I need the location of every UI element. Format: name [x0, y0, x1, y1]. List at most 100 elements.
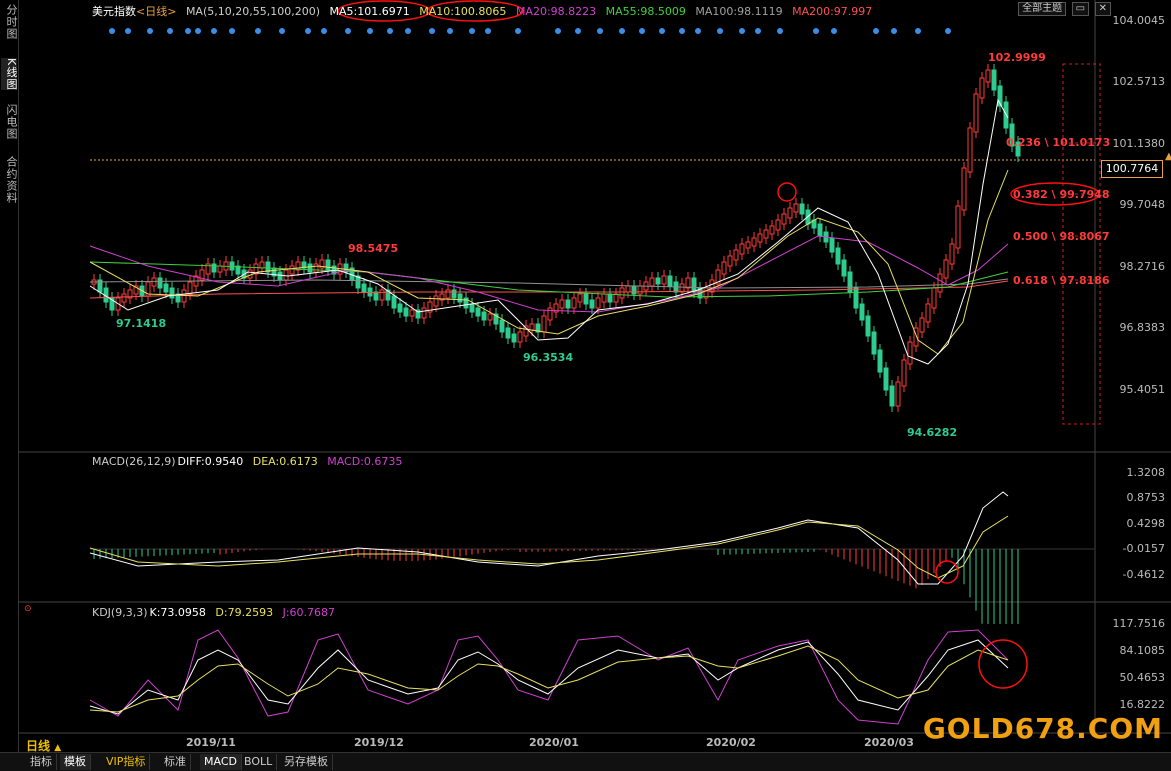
kdj-tick: 117.7516 [1112, 617, 1166, 630]
chart-canvas[interactable]: 102.9999 98.5475 97.1418 96.3534 94.6282… [18, 0, 1171, 752]
kdj-d-line [89, 645, 1009, 713]
candle [907, 341, 913, 365]
signal-dot [229, 28, 235, 34]
tab-contract-info[interactable]: 合约资料 [1, 156, 18, 204]
candle [313, 263, 319, 273]
settings-dot-icon[interactable]: ⊙ [24, 604, 32, 614]
candle [757, 233, 763, 243]
candle [457, 293, 463, 303]
candle [751, 237, 757, 247]
price-axis: 104.0045 102.5713 101.1380 99.7048 98.27… [1095, 0, 1171, 452]
signal-dot [619, 28, 625, 34]
signal-dot [305, 28, 311, 34]
symbol-name: 美元指数 [92, 5, 136, 18]
minimize-icon[interactable]: ▭ [1071, 2, 1090, 16]
candle [445, 289, 451, 299]
candle [307, 263, 313, 273]
candle [679, 283, 685, 293]
signal-dot [147, 28, 153, 34]
signal-dots [109, 28, 951, 34]
candle [157, 277, 163, 289]
candle [547, 307, 553, 321]
watermark-logo: GOLD678.COM [922, 712, 1163, 745]
macd-dea: DEA:0.6173 [252, 455, 318, 468]
candle [769, 225, 775, 235]
macd-tick: 0.4298 [1126, 517, 1166, 530]
kdj-j: J:60.7687 [282, 606, 336, 619]
candle [685, 277, 691, 289]
candle [559, 299, 565, 309]
macd-diff: DIFF:0.9540 [177, 455, 244, 468]
candle [991, 69, 997, 91]
ma100-line [89, 278, 1009, 289]
signal-dot [485, 28, 491, 34]
kdj-k: K:73.0958 [149, 606, 206, 619]
candle [469, 303, 475, 313]
candle [565, 299, 571, 309]
annot-high: 102.9999 [988, 51, 1046, 64]
candle [763, 229, 769, 239]
current-price-arrow-icon: ▲ [1165, 151, 1171, 162]
signal-dot [813, 28, 819, 34]
signal-dot [739, 28, 745, 34]
tab-save-template[interactable]: 另存模板 [280, 754, 333, 770]
signal-dot [447, 28, 453, 34]
tab-template[interactable]: 模板 [60, 754, 91, 770]
candle [421, 307, 427, 319]
candle [943, 259, 949, 279]
tab-flash-chart[interactable]: 闪电图 [1, 104, 18, 140]
candle [217, 265, 223, 273]
signal-dot [639, 28, 645, 34]
theme-select[interactable]: 全部主题 [1018, 2, 1067, 16]
tab-boll[interactable]: BOLL [240, 754, 278, 770]
signal-dot [469, 28, 475, 34]
date-label: 2019/11 [186, 736, 236, 749]
kdj-tick: 16.8222 [1119, 698, 1166, 711]
macd-value: MACD:0.6735 [327, 455, 403, 468]
left-tab-bar: 分时图 K线图 闪电图 合约资料 [0, 0, 19, 752]
price-tick: 95.4051 [1119, 383, 1166, 396]
ma10-value: MA10:100.8065 [419, 5, 507, 18]
period-label[interactable]: <日线> [136, 5, 176, 18]
price-tick: 102.5713 [1112, 75, 1166, 88]
candle [571, 297, 577, 309]
macd-header: MACD(26,12,9) DIFF:0.9540 DEA:0.6173 MACD… [92, 455, 408, 468]
candle [727, 255, 733, 267]
candle [499, 319, 505, 333]
ma20-value: MA20:98.8223 [515, 5, 597, 18]
tab-timeshare[interactable]: 分时图 [1, 4, 18, 40]
candle [277, 271, 283, 281]
kdj-d: D:79.2593 [215, 606, 274, 619]
tab-macd[interactable]: MACD [200, 754, 242, 770]
candle [781, 213, 787, 225]
candle [403, 307, 409, 317]
candle [631, 285, 637, 295]
macd-dea-line [89, 515, 1009, 579]
candle [151, 277, 157, 287]
tab-standard[interactable]: 标准 [160, 754, 191, 770]
candle [541, 315, 547, 333]
candle [901, 359, 907, 387]
kdj-header: KDJ(9,3,3) K:73.0958 D:79.2593 J:60.7687 [92, 606, 341, 619]
macd-tick: 0.8753 [1126, 491, 1166, 504]
ma20-line [89, 235, 1009, 313]
tab-indicators[interactable]: 指标 [26, 754, 57, 770]
signal-dot [167, 28, 173, 34]
candle [667, 275, 673, 287]
candle [577, 293, 583, 303]
candle [871, 331, 877, 355]
candle [949, 243, 955, 265]
annot-peak-left: 98.5475 [348, 242, 398, 255]
signal-dot [555, 28, 561, 34]
candle [433, 295, 439, 307]
annot-low-main: 94.6282 [907, 426, 957, 439]
kdj-tick: 84.1085 [1119, 644, 1166, 657]
signal-dot [597, 28, 603, 34]
candle [937, 273, 943, 293]
signal-dot [405, 28, 411, 34]
candle [967, 127, 973, 173]
tab-vip-indicators[interactable]: VIP指标 [102, 754, 151, 770]
candle [487, 313, 493, 321]
tab-kline[interactable]: K线图 [1, 58, 18, 91]
signal-dot [575, 28, 581, 34]
